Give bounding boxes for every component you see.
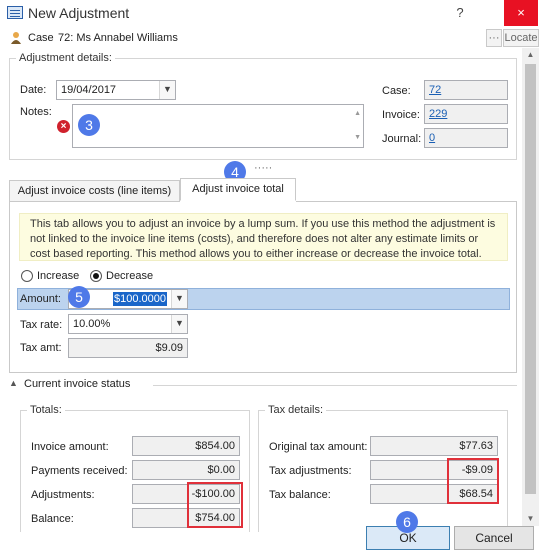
payments-received-label: Payments received:: [31, 465, 128, 477]
journal-link[interactable]: 0: [429, 132, 435, 144]
more-button[interactable]: ···: [486, 29, 502, 47]
tax-rate-label: Tax rate:: [20, 319, 63, 331]
case-field: 72: [424, 80, 508, 100]
case-text: 72: Ms Annabel Williams: [58, 32, 178, 44]
callout-6: 6: [396, 511, 418, 533]
adjustments-label: Adjustments:: [31, 489, 95, 501]
totals-highlight-box: [187, 482, 243, 528]
tab-adjust-invoice-costs[interactable]: Adjust invoice costs (line items): [9, 180, 180, 202]
tax-rate-value: 10.00%: [73, 318, 111, 330]
chevron-up-icon[interactable]: ▲: [9, 378, 18, 388]
splitter-grip[interactable]: ·····: [254, 162, 272, 174]
date-field[interactable]: 19/04/2017 ▼: [56, 80, 176, 100]
case-link[interactable]: 72: [429, 84, 441, 96]
error-icon: ×: [57, 120, 70, 133]
original-tax-label: Original tax amount:: [269, 441, 368, 453]
payments-received-field: $0.00: [132, 460, 240, 480]
callout-3: 3: [78, 114, 100, 136]
callout-5: 5: [68, 286, 90, 308]
invoice-link[interactable]: 229: [429, 108, 447, 120]
tab-adjust-invoice-total[interactable]: Adjust invoice total: [180, 178, 296, 201]
tax-adjustments-label: Tax adjustments:: [269, 465, 352, 477]
invoice-field-label: Invoice:: [382, 109, 420, 121]
chevron-down-icon[interactable]: ▼: [171, 315, 187, 333]
date-label: Date:: [20, 84, 47, 96]
invoice-amount-label: Invoice amount:: [31, 441, 109, 453]
journal-field-label: Journal:: [382, 133, 422, 145]
notes-field[interactable]: ▲ ▼: [72, 104, 364, 148]
amount-label: Amount:: [20, 293, 61, 305]
tax-amt-label: Tax amt:: [20, 342, 62, 354]
date-value: 19/04/2017: [61, 84, 117, 96]
increase-label[interactable]: Increase: [37, 270, 79, 282]
scroll-up-icon[interactable]: ▲: [522, 48, 539, 62]
case-field-label: Case:: [382, 85, 411, 97]
tax-amt-field: $9.09: [68, 338, 188, 358]
case-bar: Case 72: Ms Annabel Williams ··· Locate: [0, 28, 543, 48]
invoice-field: 229: [424, 104, 508, 124]
notes-label: Notes:: [20, 106, 52, 118]
adjustment-details-legend: Adjustment details:: [19, 52, 112, 64]
vertical-scrollbar[interactable]: ▲ ▼: [522, 48, 539, 526]
decrease-label[interactable]: Decrease: [106, 270, 153, 282]
tax-rate-field[interactable]: 10.00% ▼: [68, 314, 188, 334]
window-icon: [7, 6, 23, 19]
scroll-up-icon[interactable]: ▲: [354, 107, 361, 121]
person-icon: [11, 32, 21, 44]
close-button[interactable]: ×: [504, 0, 538, 26]
case-label: Case: [28, 32, 54, 44]
info-message: This tab allows you to adjust an invoice…: [19, 213, 508, 261]
title-bar: New Adjustment ? ×: [0, 0, 543, 26]
increase-radio[interactable]: [21, 270, 33, 282]
original-tax-field: $77.63: [370, 436, 498, 456]
tax-highlight-box: [447, 458, 499, 504]
scroll-down-icon[interactable]: ▼: [354, 131, 361, 145]
tax-details-legend: Tax details:: [268, 404, 324, 416]
help-button[interactable]: ?: [443, 0, 477, 26]
tax-balance-label: Tax balance:: [269, 489, 331, 501]
scroll-thumb[interactable]: [525, 64, 536, 494]
cancel-button[interactable]: Cancel: [454, 526, 534, 550]
window-title: New Adjustment: [28, 5, 130, 21]
amount-value: $100.0000: [113, 292, 167, 306]
journal-field: 0: [424, 128, 508, 148]
status-header: Current invoice status: [24, 378, 131, 390]
decrease-radio[interactable]: [90, 270, 102, 282]
chevron-down-icon[interactable]: ▼: [171, 290, 187, 308]
invoice-amount-field: $854.00: [132, 436, 240, 456]
balance-label: Balance:: [31, 513, 74, 525]
locate-button[interactable]: Locate: [503, 29, 539, 47]
chevron-down-icon[interactable]: ▼: [159, 81, 175, 99]
scroll-down-icon[interactable]: ▼: [522, 512, 539, 526]
totals-legend: Totals:: [30, 404, 62, 416]
